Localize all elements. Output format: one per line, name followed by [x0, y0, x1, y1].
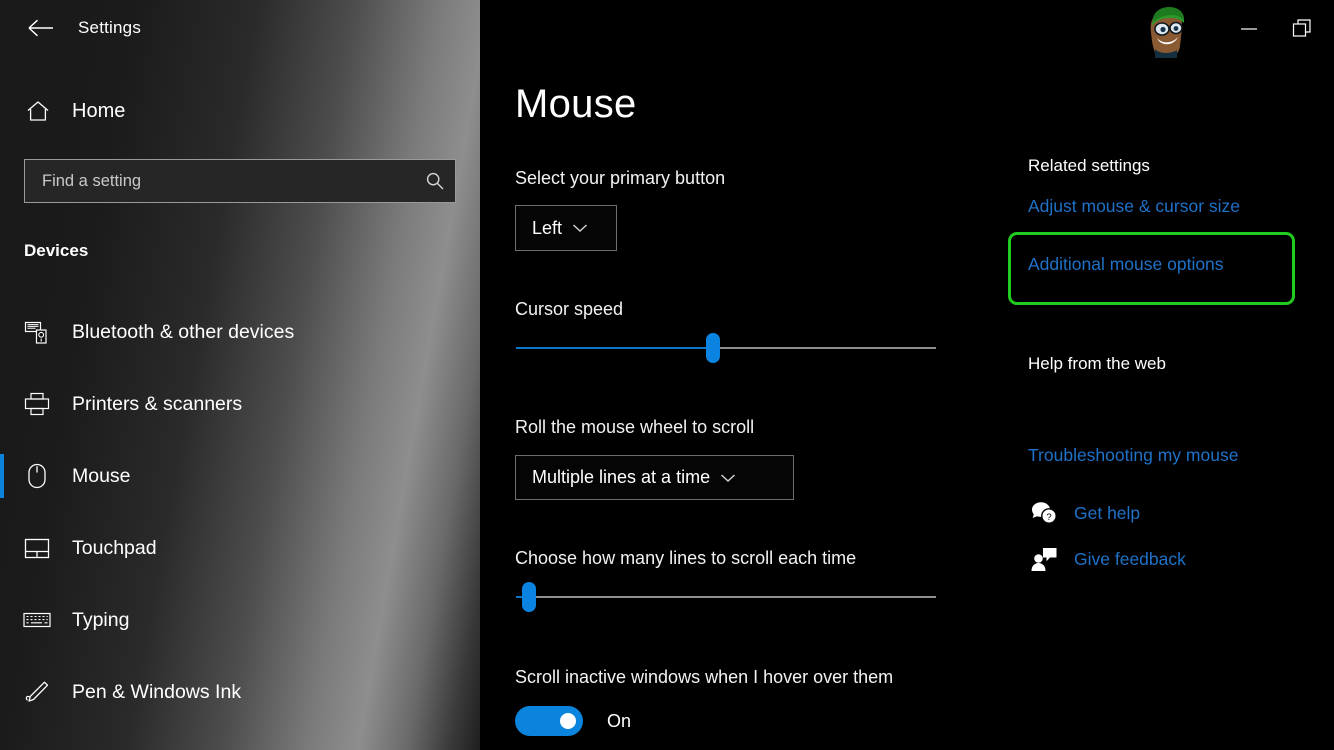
- lines-to-scroll-slider[interactable]: [516, 586, 936, 608]
- printer-icon: [22, 392, 52, 416]
- back-button[interactable]: [18, 11, 64, 45]
- link-additional-mouse-options[interactable]: Additional mouse options: [1028, 254, 1224, 275]
- slider-thumb[interactable]: [522, 582, 536, 612]
- title-bar: Settings: [0, 0, 480, 56]
- sidebar-item-mouse[interactable]: Mouse: [0, 440, 480, 512]
- sidebar-item-label: Touchpad: [72, 537, 157, 560]
- pen-icon: [22, 680, 52, 704]
- get-help-label: Get help: [1074, 503, 1140, 524]
- search-box[interactable]: [24, 159, 456, 203]
- primary-button-value: Left: [516, 218, 572, 239]
- page-title: Mouse: [515, 82, 637, 127]
- scroll-inactive-label: Scroll inactive windows when I hover ove…: [515, 667, 893, 688]
- give-feedback-row[interactable]: Give feedback: [1028, 546, 1186, 572]
- slider-fill: [516, 347, 713, 349]
- sidebar: Settings Home Devices: [0, 0, 480, 750]
- give-feedback-label: Give feedback: [1074, 549, 1186, 570]
- primary-button-dropdown[interactable]: Left: [515, 205, 617, 251]
- scroll-inactive-toggle[interactable]: [515, 706, 583, 736]
- sidebar-item-label: Typing: [72, 609, 129, 632]
- sidebar-item-pen-windows-ink[interactable]: Pen & Windows Ink: [0, 656, 480, 728]
- search-input[interactable]: [25, 172, 415, 191]
- slider-thumb[interactable]: [706, 333, 720, 363]
- primary-button-label: Select your primary button: [515, 168, 725, 189]
- svg-text:?: ?: [1046, 512, 1051, 523]
- get-help-icon: ?: [1028, 500, 1060, 526]
- cursor-speed-slider[interactable]: [516, 337, 936, 359]
- chevron-down-icon: [572, 223, 602, 233]
- sidebar-nav: Bluetooth & other devices Printers & sca…: [0, 296, 480, 728]
- lines-to-scroll-label: Choose how many lines to scroll each tim…: [515, 548, 856, 569]
- link-troubleshooting-my-mouse[interactable]: Troubleshooting my mouse: [1028, 445, 1238, 466]
- sidebar-item-label: Pen & Windows Ink: [72, 681, 241, 704]
- keyboard-icon: [22, 611, 52, 629]
- sidebar-item-bluetooth-other-devices[interactable]: Bluetooth & other devices: [0, 296, 480, 368]
- wheel-scroll-value: Multiple lines at a time: [516, 467, 720, 488]
- related-settings-panel: Related settings Adjust mouse & cursor s…: [1028, 0, 1334, 750]
- sidebar-item-home-label: Home: [72, 100, 125, 123]
- sidebar-item-label: Mouse: [72, 465, 131, 488]
- search-icon: [415, 171, 455, 191]
- toggle-knob: [560, 713, 576, 729]
- help-from-web-title: Help from the web: [1028, 354, 1166, 374]
- selection-indicator: [0, 454, 4, 498]
- settings-window: Settings Home Devices: [0, 0, 1334, 750]
- sidebar-item-touchpad[interactable]: Touchpad: [0, 512, 480, 584]
- touchpad-icon: [22, 538, 52, 559]
- wheel-scroll-dropdown[interactable]: Multiple lines at a time: [515, 455, 794, 500]
- give-feedback-icon: [1028, 546, 1060, 572]
- scroll-inactive-toggle-row: On: [515, 706, 631, 736]
- home-icon: [24, 100, 52, 122]
- link-adjust-mouse-cursor-size[interactable]: Adjust mouse & cursor size: [1028, 196, 1240, 217]
- wheel-scroll-label: Roll the mouse wheel to scroll: [515, 417, 754, 438]
- slider-track: [516, 596, 936, 598]
- scroll-inactive-state: On: [607, 711, 631, 732]
- sidebar-section-title: Devices: [24, 241, 88, 261]
- sidebar-item-printers-scanners[interactable]: Printers & scanners: [0, 368, 480, 440]
- sidebar-item-label: Printers & scanners: [72, 393, 242, 416]
- sidebar-item-typing[interactable]: Typing: [0, 584, 480, 656]
- chevron-down-icon: [720, 473, 750, 483]
- app-title: Settings: [78, 18, 141, 38]
- sidebar-item-home[interactable]: Home: [0, 90, 460, 132]
- sidebar-item-label: Bluetooth & other devices: [72, 321, 294, 344]
- bluetooth-devices-icon: [22, 319, 52, 345]
- back-arrow-icon: [28, 19, 54, 37]
- get-help-row[interactable]: ? Get help: [1028, 500, 1140, 526]
- cursor-speed-label: Cursor speed: [515, 299, 623, 320]
- mouse-icon: [22, 463, 52, 489]
- related-settings-title: Related settings: [1028, 156, 1150, 176]
